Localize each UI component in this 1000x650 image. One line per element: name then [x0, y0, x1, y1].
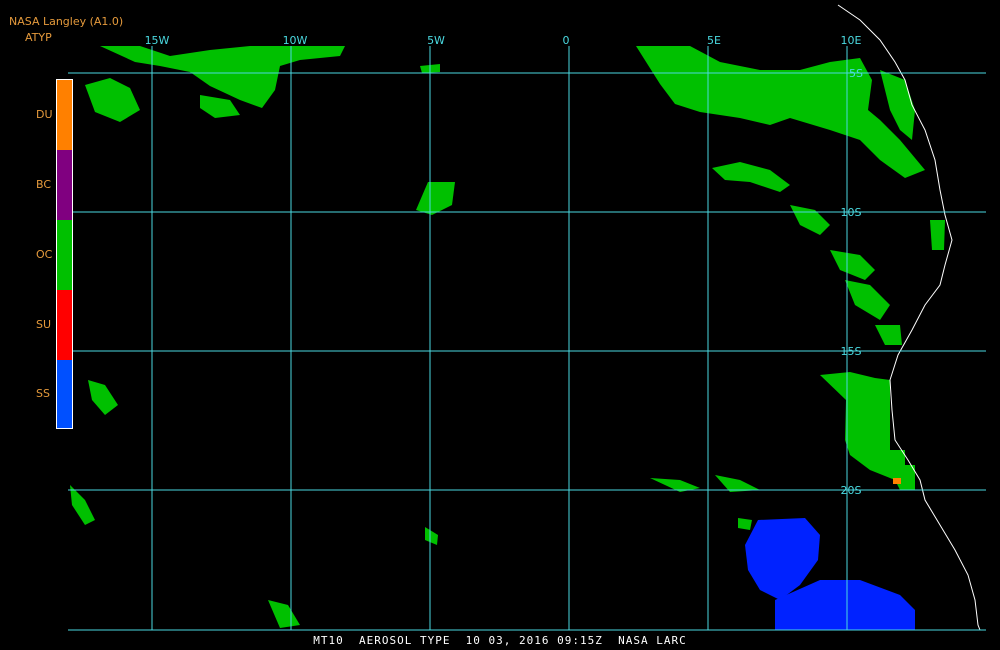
lon-label-10e: 10E: [841, 34, 862, 47]
du-aerosol-regions: [893, 478, 901, 484]
legend-label-su: SU: [36, 318, 52, 331]
legend-swatch-oc: [57, 220, 72, 290]
legend-label-du: DU: [36, 108, 53, 121]
legend-label-ss: SS: [36, 387, 50, 400]
lon-label-10w: 10W: [283, 34, 308, 47]
lat-label-20s: 20S: [841, 484, 862, 497]
legend-swatch-du: [57, 80, 72, 150]
lat-label-15s: 15S: [841, 345, 862, 358]
lon-label-5e: 5E: [707, 34, 721, 47]
map-caption: MT10 AEROSOL TYPE 10 03, 2016 09:15Z NAS…: [313, 634, 687, 647]
source-title: NASA Langley (A1.0): [9, 15, 124, 28]
legend-label-bc: BC: [36, 178, 52, 191]
legend-swatch-su: [57, 290, 72, 360]
product-title: ATYP: [25, 31, 52, 44]
lon-label-15w: 15W: [145, 34, 170, 47]
legend-swatch-ss: [57, 360, 72, 428]
legend-colorbar: [56, 79, 73, 429]
aerosol-map: 15W 10W 5W 0 5E 10E 5S 10S 15S 20S: [0, 0, 1000, 650]
lat-label-10s: 10S: [841, 206, 862, 219]
legend-label-oc: OC: [36, 248, 53, 261]
lon-label-5w: 5W: [427, 34, 445, 47]
legend-swatch-bc: [57, 150, 72, 220]
lat-label-5s: 5S: [849, 67, 863, 80]
lon-label-0: 0: [563, 34, 570, 47]
